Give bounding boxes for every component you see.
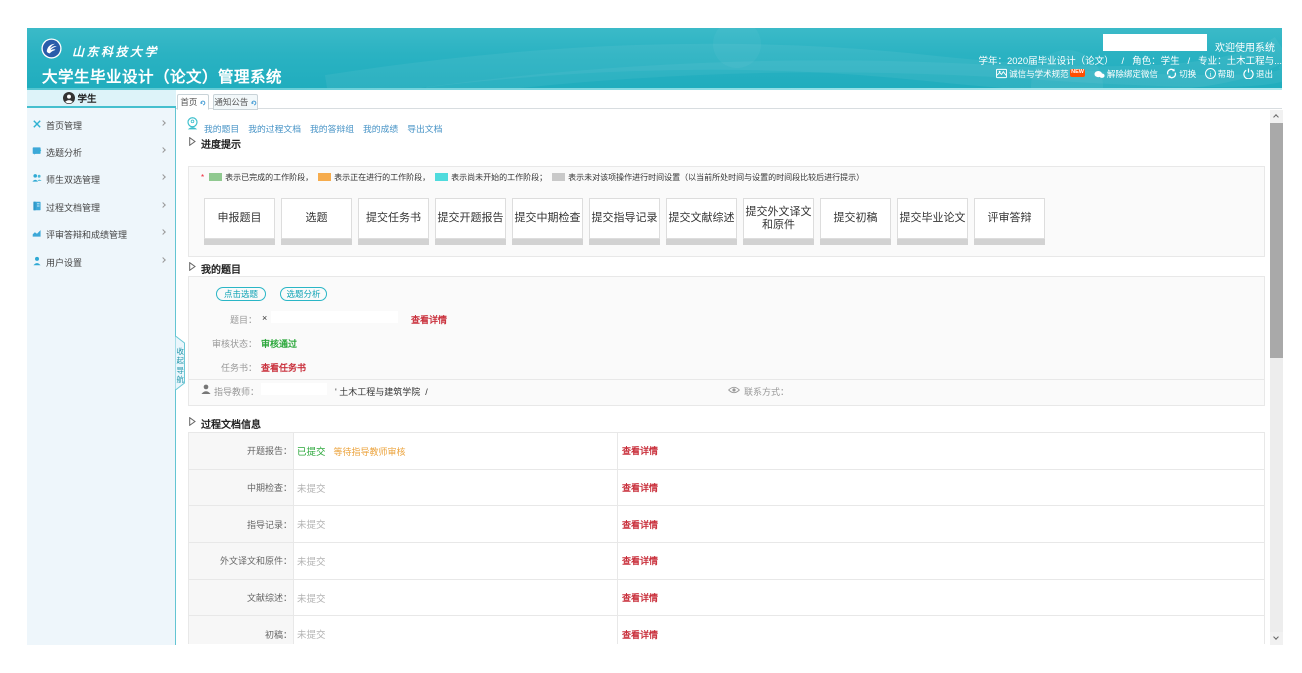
svg-text:i: i [1209, 69, 1211, 78]
